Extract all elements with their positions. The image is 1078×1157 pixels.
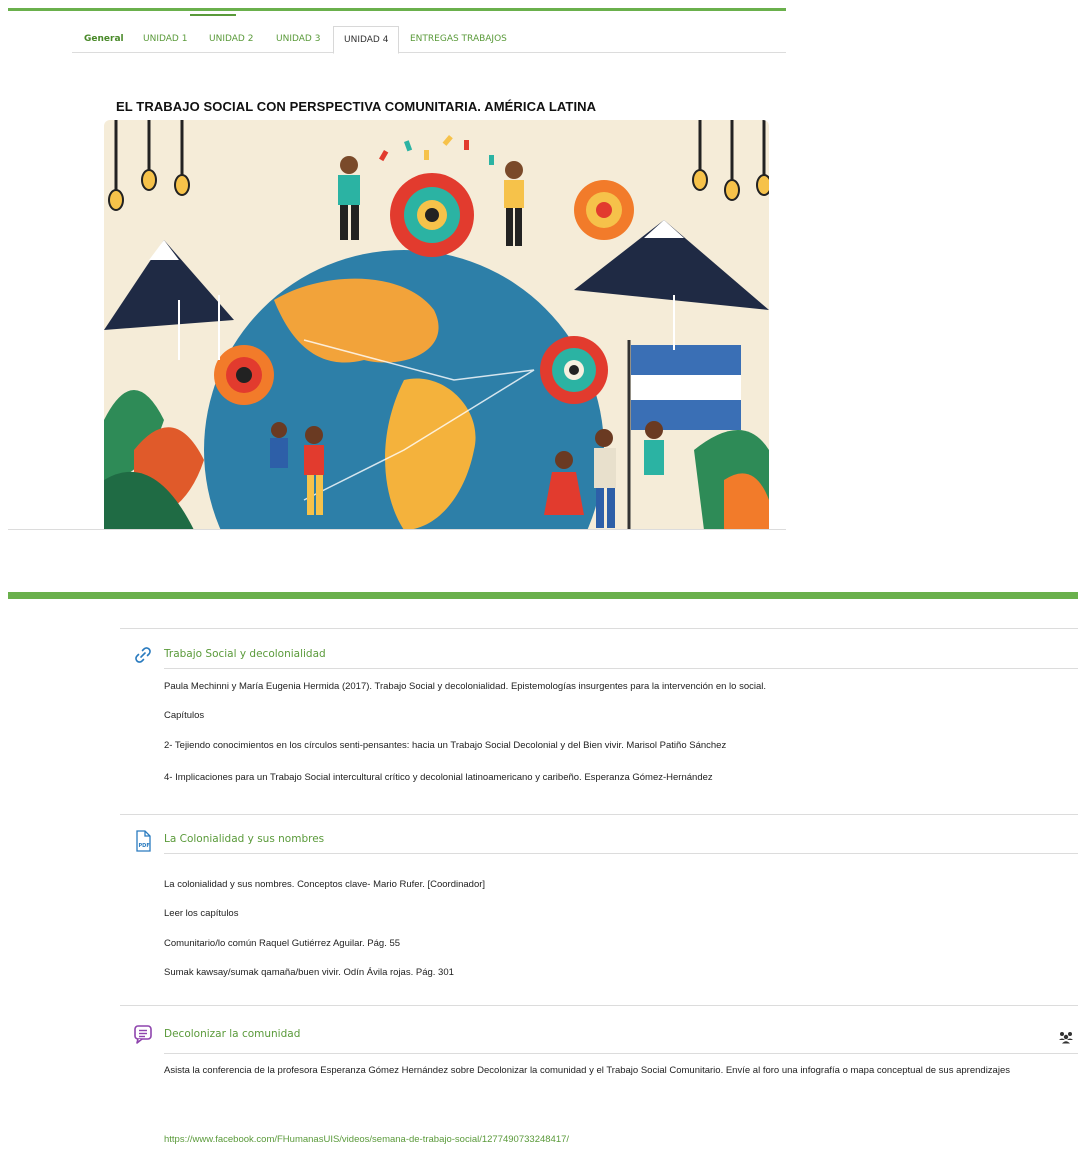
activity-divider [120, 814, 1078, 815]
activity-description-line: Sumak kawsay/sumak qamaña/buen vivir. Od… [164, 967, 454, 978]
activity-description-line: Paula Mechinni y María Eugenia Hermida (… [164, 681, 767, 692]
section-divider [8, 529, 786, 530]
activity-description-line: Asista la conferencia de la profesora Es… [164, 1065, 1010, 1076]
activity-title-underline [164, 1053, 1078, 1054]
activity-title-colonialidad-nombres[interactable]: La Colonialidad y sus nombres [164, 833, 324, 845]
tab-hover-indicator [190, 14, 236, 16]
activity-divider [120, 628, 1078, 629]
tab-unidad-4[interactable]: UNIDAD 4 [333, 26, 400, 54]
activity-title-decolonizar-comunidad[interactable]: Decolonizar la comunidad [164, 1028, 300, 1040]
tab-unidad-2[interactable]: UNIDAD 2 [209, 34, 253, 44]
section-title: EL TRABAJO SOCIAL CON PERSPECTIVA COMUNI… [116, 99, 597, 114]
activity-title-underline [164, 668, 1078, 669]
section-accent-bar [8, 592, 1078, 599]
activity-description-line: La colonialidad y sus nombres. Conceptos… [164, 879, 486, 890]
activity-description-line: Capítulos [164, 710, 205, 721]
activity-title-underline [164, 853, 1078, 854]
course-tabs: General UNIDAD 1 UNIDAD 2 UNIDAD 3 UNIDA… [72, 14, 786, 54]
facebook-video-link[interactable]: https://www.facebook.com/FHumanasUIS/vid… [164, 1134, 569, 1145]
top-accent-line [8, 8, 786, 11]
activity-description-line: Leer los capítulos [164, 908, 239, 919]
link-icon [133, 645, 153, 665]
pdf-icon: PDF [133, 830, 153, 852]
activity-description-line: 2- Tejiendo conocimientos en los círculo… [164, 740, 727, 751]
tab-entregas-trabajos[interactable]: ENTREGAS TRABAJOS [410, 34, 507, 44]
activity-divider [120, 1005, 1078, 1006]
tab-general[interactable]: General [84, 34, 124, 44]
tab-unidad-1[interactable]: UNIDAD 1 [143, 34, 187, 44]
forum-icon [133, 1024, 153, 1044]
activity-title-trabajo-social-decolonialidad[interactable]: Trabajo Social y decolonialidad [164, 648, 326, 660]
group-mode-icon[interactable] [1058, 1029, 1074, 1044]
tab-unidad-3[interactable]: UNIDAD 3 [276, 34, 320, 44]
activity-description-line: Comunitario/lo común Raquel Gutiérrez Ag… [164, 938, 401, 949]
activity-description-line: 4- Implicaciones para un Trabajo Social … [164, 772, 713, 783]
svg-text:PDF: PDF [139, 843, 150, 849]
section-banner-image [104, 120, 769, 530]
